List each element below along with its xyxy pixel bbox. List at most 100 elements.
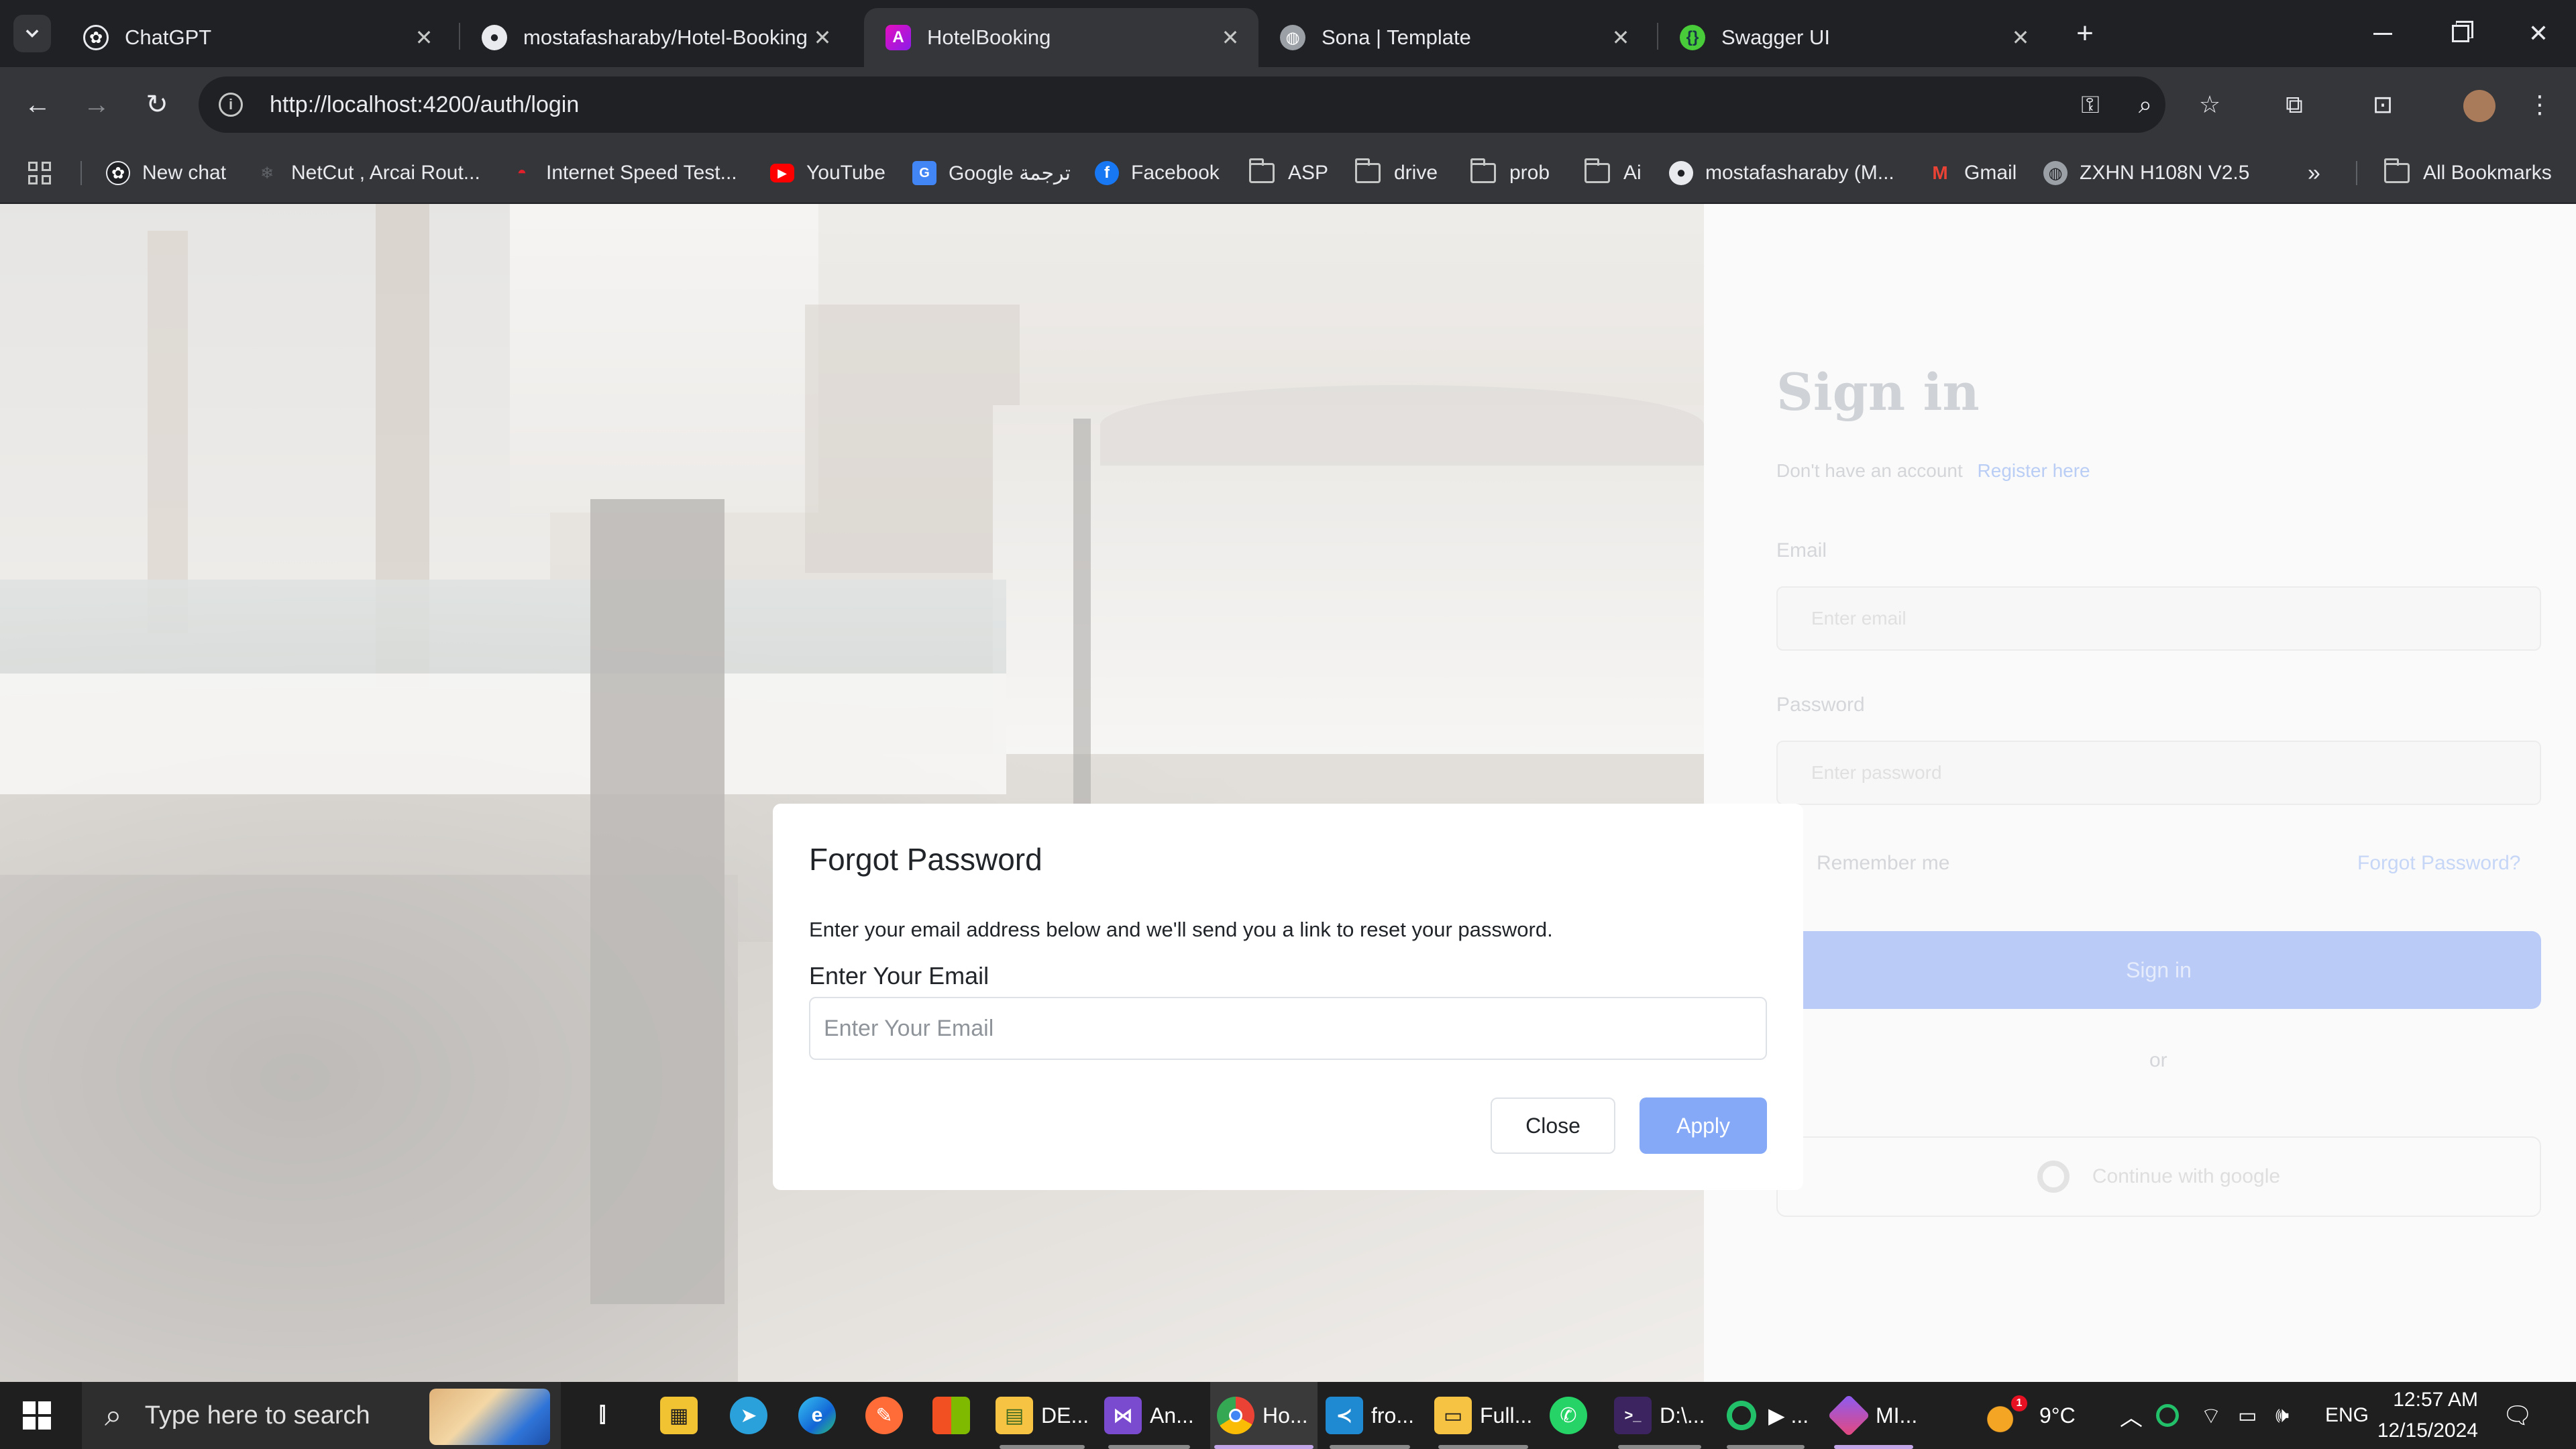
taskbar-app-git[interactable]: MI... <box>1827 1382 1917 1449</box>
tray-overflow-button[interactable]: ︿ <box>2120 1382 2143 1449</box>
restore-button[interactable] <box>2442 15 2479 52</box>
close-icon[interactable]: ✕ <box>809 25 836 50</box>
folder-icon <box>1585 158 1610 183</box>
network-button[interactable]: ⌔ <box>2200 1382 2222 1449</box>
taskbar-app-store[interactable]: ▦ <box>660 1382 706 1449</box>
tray-app-icon[interactable] <box>2156 1382 2179 1449</box>
youtube-icon: ▶ <box>770 164 794 182</box>
more-bookmarks-button[interactable]: » <box>2308 156 2320 191</box>
task-view-button[interactable]: ⫿ <box>584 1382 629 1449</box>
new-tab-button[interactable]: + <box>2066 15 2104 52</box>
angular-icon: A <box>885 25 911 50</box>
taskbar-app-edge[interactable]: e <box>798 1382 844 1449</box>
bookmark-new-chat[interactable]: ✿ New chat <box>106 156 226 191</box>
forward-button[interactable]: → <box>76 85 117 125</box>
close-icon[interactable]: ✕ <box>1607 25 1634 50</box>
bookmark-folder-drive[interactable]: drive <box>1355 156 1438 191</box>
email-label: Enter Your Email <box>809 962 989 989</box>
email-field[interactable]: Enter email <box>1776 586 2541 651</box>
bookmark-github[interactable]: ● mostafasharaby (M... <box>1669 156 1894 191</box>
vscode-icon: ≺ <box>1326 1397 1363 1434</box>
password-field[interactable]: Enter password <box>1776 741 2541 805</box>
folder-icon: ▭ <box>1434 1397 1472 1434</box>
start-button[interactable] <box>23 1382 51 1449</box>
register-link[interactable]: Register here <box>1978 460 2090 481</box>
tab-chatgpt[interactable]: ✿ ChatGPT ✕ <box>62 8 452 67</box>
taskbar-app-explorer[interactable]: ▤ DE... <box>996 1382 1089 1449</box>
password-key-icon[interactable]: ⚿ <box>2077 91 2104 118</box>
tab-hotelbooking[interactable]: A HotelBooking ✕ <box>864 8 1258 67</box>
taskbar-app-media[interactable]: ▶ ... <box>1723 1382 1809 1449</box>
bookmark-google-translate[interactable]: G Google ترجمة <box>912 156 1071 191</box>
facebook-icon: f <box>1095 161 1119 185</box>
bookmark-folder-prob[interactable]: prob <box>1470 156 1550 191</box>
windows-taskbar: ⌕ Type here to search ⫿ ▦ ➤ e ✎ ▤ DE... … <box>0 1382 2576 1449</box>
battery-button[interactable]: ▭ <box>2238 1382 2257 1449</box>
taskbar-app-terminal[interactable]: >_ D:\... <box>1614 1382 1705 1449</box>
notifications-button[interactable]: 🗨 <box>2502 1382 2533 1449</box>
speedtest-icon: ◓ <box>517 164 527 182</box>
tab-sona-template[interactable]: ◍ Sona | Template ✕ <box>1258 8 1649 67</box>
site-info-icon[interactable]: i <box>219 93 243 117</box>
star-icon[interactable]: ☆ <box>2196 91 2223 118</box>
google-signin-button[interactable]: Continue with google <box>1776 1136 2541 1217</box>
zoom-icon[interactable]: ⌕ <box>2132 91 2159 118</box>
extensions-icon[interactable]: ⧉ <box>2281 91 2308 118</box>
bookmark-folder-ai[interactable]: Ai <box>1585 156 1642 191</box>
taskbar-app-chrome[interactable]: Ho... <box>1210 1382 1318 1449</box>
sign-in-button[interactable]: Sign in <box>1776 931 2541 1009</box>
tab-swagger[interactable]: {} Swagger UI ✕ <box>1658 8 2049 67</box>
close-button[interactable]: Close <box>1491 1097 1615 1154</box>
bookmark-folder-asp[interactable]: ASP <box>1249 156 1328 191</box>
close-label: Close <box>1525 1113 1580 1138</box>
bookmark-label: Internet Speed Test... <box>546 162 737 184</box>
menu-icon[interactable]: ⋮ <box>2526 91 2553 118</box>
window-close-button[interactable]: ✕ <box>2520 15 2557 52</box>
url-text[interactable]: http://localhost:4200/auth/login <box>270 92 579 118</box>
bookmark-label: YouTube <box>806 162 885 184</box>
tab-github[interactable]: ● mostafasharaby/Hotel-Booking ✕ <box>460 8 851 67</box>
bookmark-facebook[interactable]: f Facebook <box>1095 156 1220 191</box>
taskbar-search-box[interactable]: ⌕ Type here to search <box>82 1382 561 1449</box>
apply-button[interactable]: Apply <box>1640 1097 1767 1154</box>
globe-icon: ◍ <box>1280 25 1305 50</box>
taskbar-app-folder[interactable]: ▭ Full... <box>1434 1382 1532 1449</box>
taskbar-app-visual-studio[interactable]: ⋈ An... <box>1104 1382 1194 1449</box>
time-text: 12:57 AM <box>2393 1389 2478 1411</box>
bookmark-youtube[interactable]: ▶ YouTube <box>770 156 885 191</box>
reset-email-input[interactable] <box>809 997 1767 1060</box>
minimize-button[interactable] <box>2364 15 2402 52</box>
taskbar-app-telegram[interactable]: ➤ <box>730 1382 775 1449</box>
address-bar[interactable]: i http://localhost:4200/auth/login ⚿ ⌕ <box>199 76 2165 133</box>
close-icon[interactable]: ✕ <box>2007 25 2034 50</box>
language-indicator[interactable]: ENG <box>2325 1382 2369 1449</box>
avatar[interactable] <box>2463 90 2496 122</box>
screenshot-icon[interactable]: ⊡ <box>2369 91 2396 118</box>
bookmark-label: mostafasharaby (M... <box>1705 162 1894 184</box>
netcut-icon: ❄ <box>260 164 274 182</box>
search-icon: ⌕ <box>105 1397 122 1432</box>
forgot-password-link[interactable]: Forgot Password? <box>2357 852 2520 875</box>
taskbar-app-vscode[interactable]: ≺ fro... <box>1326 1382 1414 1449</box>
bookmark-label: Facebook <box>1131 162 1220 184</box>
password-placeholder: Enter password <box>1811 762 1942 783</box>
bookmark-netcut[interactable]: ❄ NetCut , Arcai Rout... <box>255 156 480 191</box>
remember-me-label[interactable]: Remember me <box>1817 852 1949 875</box>
volume-button[interactable]: 🕪 <box>2275 1382 2289 1449</box>
clock[interactable]: 12:57 AM 12/15/2024 <box>2377 1382 2478 1449</box>
taskbar-app-office[interactable] <box>932 1382 978 1449</box>
tab-search-button[interactable] <box>13 15 51 52</box>
reload-button[interactable]: ↻ <box>137 85 177 125</box>
close-icon[interactable]: ✕ <box>1217 25 1244 50</box>
taskbar-app-postman[interactable]: ✎ <box>865 1382 911 1449</box>
weather-widget[interactable]: 1 9°C <box>1987 1382 2076 1449</box>
all-bookmarks-button[interactable]: All Bookmarks <box>2384 156 2552 191</box>
back-button[interactable]: ← <box>17 85 58 125</box>
apps-button[interactable] <box>28 156 51 191</box>
bookmark-gmail[interactable]: M Gmail <box>1928 156 2017 191</box>
bookmark-zxhn[interactable]: ◍ ZXHN H108N V2.5 <box>2043 156 2249 191</box>
taskbar-app-whatsapp[interactable]: ✆ <box>1550 1382 1595 1449</box>
close-icon[interactable]: ✕ <box>411 25 437 50</box>
bookmark-speedtest[interactable]: ◓ Internet Speed Test... <box>510 156 737 191</box>
edge-icon: e <box>798 1397 836 1434</box>
